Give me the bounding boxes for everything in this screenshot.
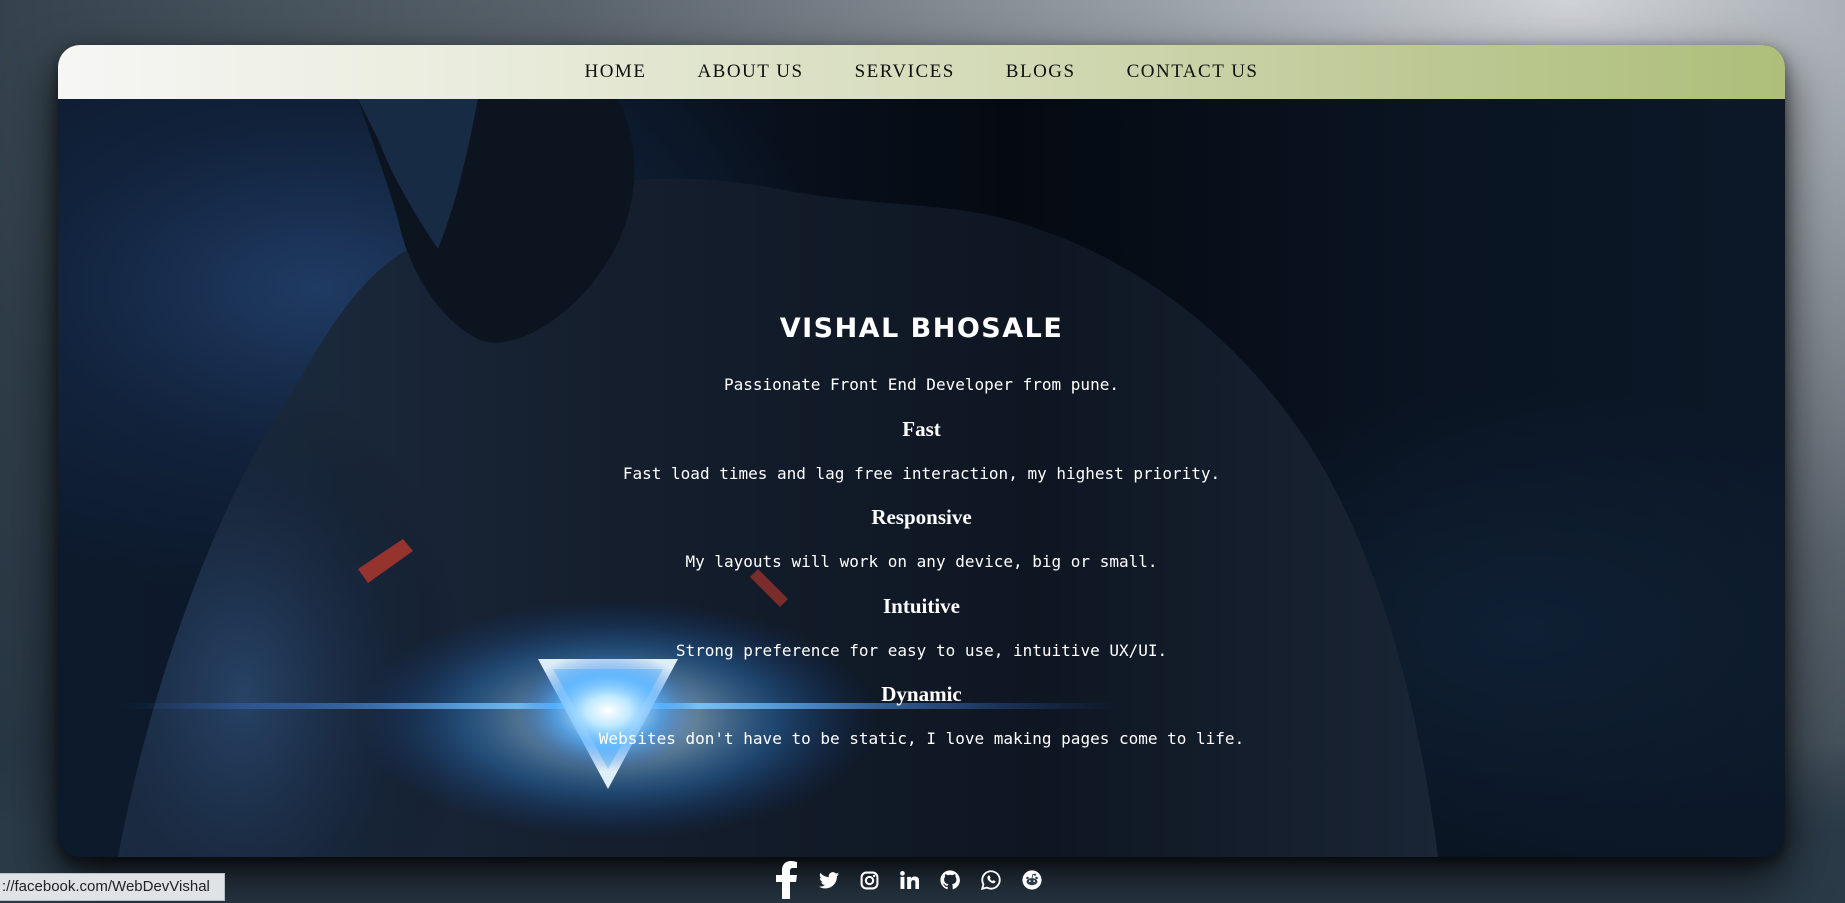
whatsapp-icon[interactable] — [981, 870, 1001, 890]
top-navigation: HOME ABOUT US SERVICES BLOGS CONTACT US — [58, 45, 1785, 99]
instagram-icon[interactable] — [860, 871, 879, 890]
feature-description-intuitive: Strong preference for easy to use, intui… — [675, 641, 1168, 660]
hero-tagline: Passionate Front End Developer from pune… — [724, 375, 1119, 394]
github-icon[interactable] — [940, 870, 960, 890]
portfolio-card: HOME ABOUT US SERVICES BLOGS CONTACT US — [58, 45, 1785, 857]
nav-services-link[interactable]: SERVICES — [855, 61, 955, 83]
hero-section: VISHAL BHOSALE Passionate Front End Deve… — [58, 99, 1785, 857]
feature-title-fast: Fast — [902, 417, 941, 441]
reddit-icon[interactable] — [1022, 870, 1042, 890]
nav-about-us-link[interactable]: ABOUT US — [697, 61, 803, 83]
nav-blogs-link[interactable]: BLOGS — [1006, 61, 1076, 83]
nav-home-link[interactable]: HOME — [584, 61, 646, 83]
feature-description-fast: Fast load times and lag free interaction… — [622, 464, 1221, 483]
feature-description-responsive: My layouts will work on any device, big … — [685, 552, 1158, 571]
nav-contact-us-link[interactable]: CONTACT US — [1127, 61, 1259, 83]
social-links — [776, 858, 1042, 902]
twitter-icon[interactable] — [819, 871, 839, 889]
feature-description-dynamic: Websites don't have to be static, I love… — [598, 729, 1245, 748]
feature-title-responsive: Responsive — [871, 505, 972, 529]
facebook-icon[interactable] — [776, 861, 798, 899]
feature-title-dynamic: Dynamic — [881, 682, 962, 706]
browser-status-bar-url: ://facebook.com/WebDevVishal — [0, 873, 225, 901]
linkedin-icon[interactable] — [900, 871, 919, 889]
hero-name-heading: VISHAL BHOSALE — [779, 313, 1064, 344]
feature-title-intuitive: Intuitive — [882, 594, 960, 618]
